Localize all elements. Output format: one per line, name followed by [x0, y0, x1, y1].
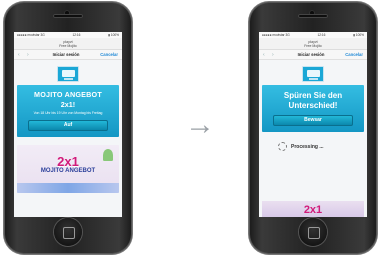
page-content: Spüren Sie den Unterschied! Bewsar Proce…: [259, 60, 367, 155]
phone-screen: ●●●●● movistar 3G 12:16 ▮ 100% playvt Fr…: [259, 32, 367, 217]
nav-arrows-icon[interactable]: ‹ ›: [263, 52, 277, 58]
nav-bar: ‹ › Iniciar sesión Cancelar: [259, 50, 367, 60]
cancel-button[interactable]: Cancelar: [345, 52, 363, 57]
banner-footer: [17, 183, 119, 194]
phone-screen: ●●●●● movistar 3G 12:16 ▮ 100% playvt Fr…: [14, 32, 122, 217]
promo-banner-peek: 2x1: [262, 201, 364, 217]
nav-title: Iniciar sesión: [52, 52, 80, 57]
bewsar-button[interactable]: Bewsar: [273, 115, 353, 126]
promo-card: MOJITO ANGEBOT 2x1! Von 18 Uhr bis 19 Uh…: [17, 85, 119, 138]
home-button[interactable]: [54, 218, 82, 246]
promo-hours: Von 18 Uhr bis 19 Uhr von Montag bis Fre…: [33, 111, 103, 115]
status-carrier: ●●●●● movistar 3G: [17, 33, 45, 37]
app-logo: [302, 66, 324, 82]
url-line-2: Free Mojito: [59, 44, 77, 48]
phone-right: ●●●●● movistar 3G 12:16 ▮ 100% playvt Fr…: [249, 2, 377, 254]
nav-bar: ‹ › Iniciar sesión Cancelar: [14, 50, 122, 60]
promo-title: MOJITO ANGEBOT: [34, 90, 102, 99]
nav-title: Iniciar sesión: [297, 52, 325, 57]
app-logo: [57, 66, 79, 82]
status-battery: ▮ 100%: [108, 33, 119, 37]
transition-arrow-icon: →: [185, 108, 215, 141]
phone-left: ●●●●● movistar 3G 12:16 ▮ 100% playvt Fr…: [4, 2, 132, 254]
status-carrier: ●●●●● movistar 3G: [262, 33, 290, 37]
promo-subtitle: 2x1!: [60, 100, 76, 109]
auf-button[interactable]: Auf: [28, 120, 108, 132]
status-battery: ▮ 100%: [353, 33, 364, 37]
palm-icon: [103, 149, 113, 162]
page-content: MOJITO ANGEBOT 2x1! Von 18 Uhr bis 19 Uh…: [14, 60, 122, 141]
speaker-grille: [298, 14, 328, 18]
nav-arrows-icon[interactable]: ‹ ›: [18, 52, 32, 58]
processing-indicator: Processing ...: [262, 132, 364, 151]
status-time: 12:16: [72, 33, 81, 37]
speaker-grille: [53, 14, 83, 18]
promo-title: Spüren Sie den Unterschied!: [283, 91, 343, 110]
url-line-2: Free Mojito: [304, 44, 322, 48]
promo-banner-image: 2x1 MOJITO ANGEBOT: [17, 145, 119, 194]
banner-text: MOJITO ANGEBOT: [40, 168, 96, 175]
url-header: playvt Free Mojito: [259, 38, 367, 50]
home-button[interactable]: [299, 218, 327, 246]
cancel-button[interactable]: Cancelar: [100, 52, 118, 57]
promo-card: Spüren Sie den Unterschied! Bewsar: [262, 85, 364, 132]
spinner-icon: [278, 142, 287, 151]
url-header: playvt Free Mojito: [14, 38, 122, 50]
status-time: 12:16: [317, 33, 326, 37]
processing-label: Processing ...: [291, 143, 324, 150]
banner-headline: 2x1: [303, 204, 323, 216]
